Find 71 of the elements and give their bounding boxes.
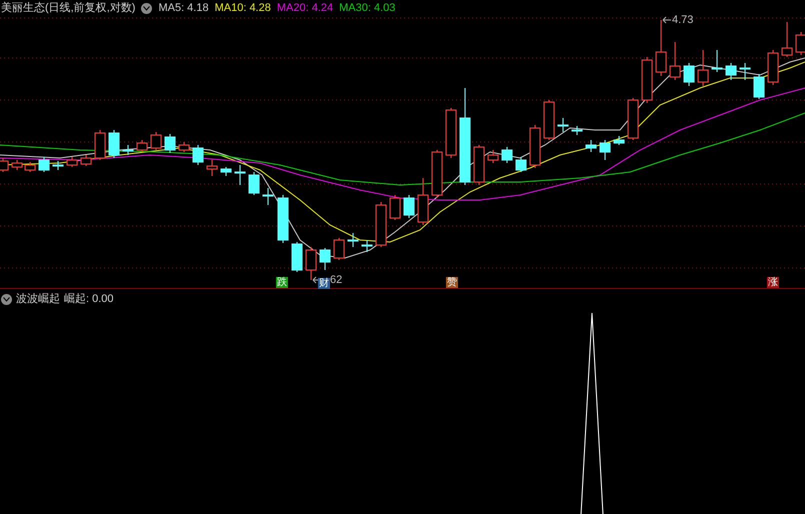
low-price-label: 62	[330, 273, 342, 288]
candlestick	[600, 140, 610, 160]
candlestick	[12, 160, 22, 170]
candlestick	[220, 166, 232, 176]
candlestick	[656, 20, 666, 76]
candlestick	[390, 194, 400, 220]
candlestick	[24, 162, 36, 172]
candlestick	[248, 172, 260, 196]
candlestick	[362, 240, 372, 252]
candlestick	[150, 132, 162, 150]
candlestick	[530, 124, 540, 168]
high-price-label: 4.73	[672, 13, 694, 28]
candlestick	[516, 156, 526, 172]
candlestick	[698, 50, 708, 86]
dropdown-icon[interactable]	[1, 294, 12, 304]
candlestick	[122, 144, 134, 156]
candlestick	[488, 150, 498, 164]
moving-average-reading: MA20: 4.24	[276, 1, 334, 16]
candlestick	[544, 100, 554, 140]
candlestick	[80, 154, 92, 166]
moving-average-reading: MA30: 4.03	[339, 1, 396, 16]
candlestick	[782, 22, 792, 58]
candlestick	[432, 150, 442, 198]
candlestick	[206, 160, 218, 176]
candlestick	[712, 50, 722, 72]
candlestick	[320, 248, 330, 270]
candlestick	[670, 42, 680, 80]
candlestick	[178, 142, 190, 152]
candlestick	[164, 134, 176, 154]
candlestick	[614, 136, 624, 146]
candlestick	[192, 144, 204, 166]
chart-title: 美丽生态(日线,前复权,对数)	[1, 0, 136, 16]
candlestick	[262, 188, 274, 206]
candlestick	[628, 98, 638, 140]
candlestick	[38, 156, 50, 172]
signal-badge: 涨	[767, 277, 779, 288]
candlestick	[404, 194, 414, 218]
candlestick	[94, 130, 106, 160]
candlestick	[768, 50, 778, 86]
candlestick	[418, 178, 428, 226]
candlestick	[278, 194, 288, 244]
candlestick	[754, 74, 764, 100]
candlestick	[684, 62, 694, 86]
candlestick	[348, 232, 358, 248]
signal-badge: 财	[318, 278, 330, 289]
candlestick	[306, 246, 316, 280]
candlestick	[108, 130, 120, 158]
signal-badge: 赞	[446, 277, 458, 288]
indicator-title: 波波崛起	[16, 292, 60, 307]
candlestick	[234, 164, 246, 186]
candlestick	[376, 202, 386, 248]
candlestick	[558, 118, 568, 132]
candlestick	[292, 242, 302, 272]
candlestick	[586, 140, 596, 152]
signal-badge: 跌	[276, 277, 288, 288]
candlestick	[66, 156, 78, 168]
dropdown-icon[interactable]	[141, 2, 152, 14]
candlestick	[726, 62, 736, 80]
candlestick	[334, 238, 344, 260]
candlestick	[136, 140, 148, 152]
candlestick	[740, 62, 750, 80]
moving-average-reading: MA5: 4.18	[158, 1, 209, 16]
candlestick	[642, 56, 652, 104]
candlestick	[572, 126, 582, 136]
arrow-icon	[662, 16, 672, 24]
candlestick	[474, 144, 484, 186]
candlestick	[502, 146, 512, 164]
candlestick	[52, 160, 64, 170]
indicator-reading: 崛起: 0.00	[64, 292, 114, 307]
candlestick	[446, 108, 456, 158]
moving-average-reading: MA10: 4.28	[214, 1, 271, 16]
